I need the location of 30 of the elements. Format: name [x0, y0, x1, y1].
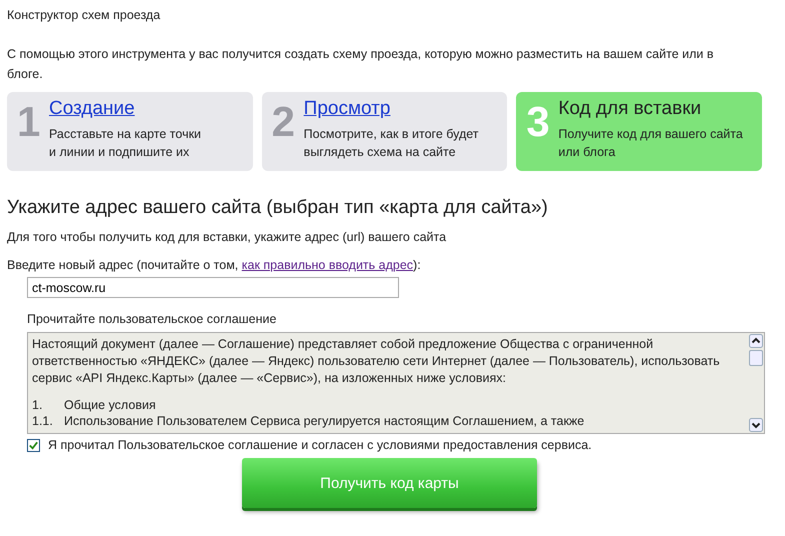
scroll-down-icon[interactable] — [749, 418, 763, 432]
consent-label: Я прочитал Пользовательское соглашение и согласен с условиями предоставления сервиса. — [48, 438, 592, 452]
address-input-field[interactable]: ct-moscow.ru — [27, 277, 399, 298]
step-link[interactable]: Создание — [49, 98, 135, 120]
step-number: 3 — [526, 100, 551, 147]
scroll-thumb[interactable] — [749, 350, 763, 366]
step-number: 1 — [17, 100, 42, 147]
scrollbar[interactable] — [748, 333, 764, 433]
step-description: Посмотрите, как в итоге будет выглядеть схема на сайте — [304, 126, 479, 161]
step-title: Код для вставки — [558, 98, 702, 120]
address-label: Введите новый адрес (почитайте о том, — [7, 258, 238, 272]
agreement-label: Прочитайте пользовательское соглашение — [27, 312, 278, 326]
clause-number: 1.1. — [32, 413, 54, 429]
intro-text: С помощью этого инструмента у вас получится создать схему проезда, которую можно разместить на вашем сайте или в блоге. — [7, 46, 714, 83]
address-label-end: ): — [413, 258, 421, 272]
step-link[interactable]: Просмотр — [304, 98, 390, 120]
clause-number: 1. — [32, 397, 44, 413]
step-description: Расставьте на карте точки и линии и подпишите их — [49, 126, 202, 161]
step-description: Получите код для вашего сайта или блога — [558, 126, 743, 161]
consent-checkbox[interactable] — [27, 438, 40, 452]
agreement-paragraph: Настоящий документ (далее — Соглашение) представляет собой предложение Общества с ограниченной ответственностью «ЯНДЕКС» (далее — Яндекс) пользователю сети Интернет (далее — Пользователь), использовать сервис «API Яндекс.Карты» (далее — «Сервис»), на изложенных ниже условиях: — [32, 336, 721, 387]
help-link[interactable]: как правильно вводить адрес — [242, 258, 414, 272]
clause-text: Использование Пользователем Сервиса регулируется настоящим Соглашением, а также — [64, 413, 584, 429]
scroll-up-icon[interactable] — [749, 334, 763, 348]
clause-text: Общие условия — [64, 397, 156, 413]
agreement-text-area[interactable] — [27, 332, 765, 434]
hint-text: Для того чтобы получить код для вставки, укажите адрес (url) вашего сайта — [7, 230, 448, 244]
step-number: 2 — [272, 100, 296, 147]
section-heading: Укажите адрес вашего сайта (выбран тип «карта для сайта») — [7, 197, 549, 219]
page-title: Конструктор схем проезда — [7, 8, 162, 22]
